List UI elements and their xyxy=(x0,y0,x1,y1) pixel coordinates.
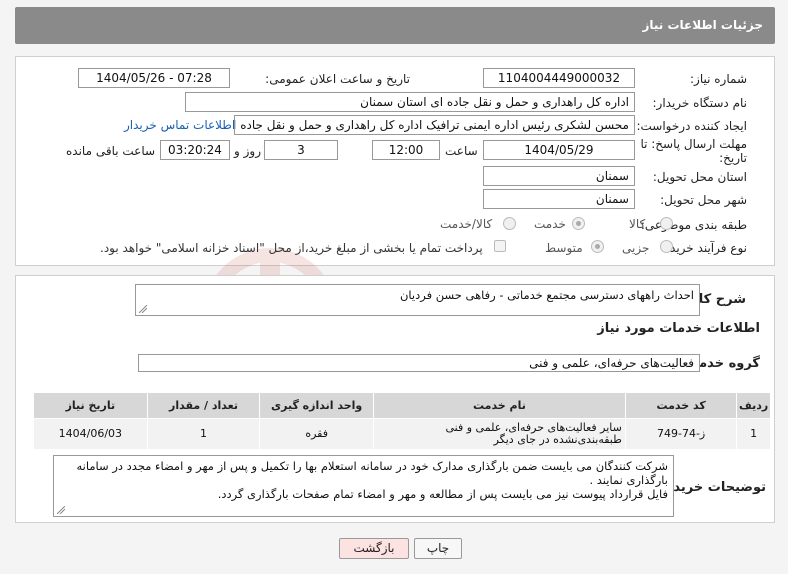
requester-label: ایجاد کننده درخواست: xyxy=(636,119,747,133)
buyer-notes-textarea: شرکت کنندگان می بایست ضمن بارگذاری مدارک… xyxy=(53,455,674,517)
row-service-code: ز-74-749 xyxy=(624,418,738,450)
services-table-header: ردیف کد خدمت نام خدمت واحد اندازه گیری ت… xyxy=(33,392,771,419)
deadline-label-line1: مهلت ارسال پاسخ: تا xyxy=(640,137,747,151)
buyer-notes-line2: بارگذاری نمایند . xyxy=(589,473,668,487)
announce-datetime-field: 1404/05/26 - 07:28 xyxy=(78,68,230,88)
buyer-org-label: نام دستگاه خریدار: xyxy=(652,96,748,110)
row-need-date: 1404/06/03 xyxy=(33,418,148,450)
col-need-date: تاریخ نیاز xyxy=(33,392,148,419)
page-title: جزئیات اطلاعات نیاز xyxy=(642,18,763,32)
category-label: طبقه بندی موضوعی: xyxy=(640,218,747,232)
row-index: 1 xyxy=(736,418,771,450)
back-button[interactable]: بازگشت xyxy=(339,538,409,559)
row-quantity: 1 xyxy=(146,418,261,450)
category-option-goods: کالا xyxy=(629,217,646,231)
resize-grip-icon xyxy=(139,305,147,313)
table-row: 1 ز-74-749 سایر فعالیت‌های حرفه‌ای، علمی… xyxy=(33,418,771,450)
row-unit: فقره xyxy=(259,418,374,450)
deadline-time-label: ساعت xyxy=(445,144,478,158)
deadline-date-field: 1404/05/29 xyxy=(483,140,635,160)
summary-text: احداث راههای دسترسی مجتمع خدماتی - رفاهی… xyxy=(399,288,694,302)
col-service-name: نام خدمت xyxy=(372,392,626,419)
deadline-days-label: روز و xyxy=(234,144,261,158)
service-group-field: فعالیت‌های حرفه‌ای، علمی و فنی xyxy=(138,354,700,372)
services-section-title: اطلاعات خدمات مورد نیاز xyxy=(597,321,760,336)
purchase-type-option-medium: متوسط xyxy=(545,241,583,255)
buyer-contact-link[interactable]: اطلاعات تماس خریدار xyxy=(124,118,235,132)
delivery-city-field: سمنان xyxy=(483,189,635,209)
purchase-type-label: نوع فرآیند خرید : xyxy=(662,241,747,255)
category-option-service: خدمت xyxy=(534,217,566,231)
treasury-payment-note: پرداخت تمام یا بخشی از مبلغ خرید،از محل … xyxy=(100,241,483,255)
need-number-label: شماره نیاز: xyxy=(690,72,747,86)
category-radio-service[interactable] xyxy=(572,217,585,230)
buyer-org-field: اداره کل راهداری و حمل و نقل جاده ای است… xyxy=(185,92,635,112)
purchase-type-option-minor: جزیی xyxy=(622,241,650,255)
announce-datetime-label: تاریخ و ساعت اعلان عمومی: xyxy=(265,72,410,86)
buyer-notes-line1: شرکت کنندگان می بایست ضمن بارگذاری مدارک… xyxy=(76,459,669,473)
deadline-time-field: 12:00 xyxy=(372,140,440,160)
col-row-number: ردیف xyxy=(736,392,771,419)
need-number-field: 1104004449000032 xyxy=(483,68,635,88)
delivery-city-label: شهر محل تحویل: xyxy=(660,193,747,207)
remaining-time-label: ساعت باقی مانده xyxy=(66,144,156,158)
category-radio-goods-service[interactable] xyxy=(503,217,516,230)
requester-field: محسن لشکری رئیس اداره ایمنی ترافیک اداره… xyxy=(234,115,635,135)
remaining-time-field: 03:20:24 xyxy=(160,140,230,160)
services-table: ردیف کد خدمت نام خدمت واحد اندازه گیری ت… xyxy=(33,392,771,450)
row-service-name: سایر فعالیت‌های حرفه‌ای، علمی و فنی طبقه… xyxy=(372,418,626,450)
page-header: جزئیات اطلاعات نیاز xyxy=(15,7,775,44)
deadline-days-field: 3 xyxy=(264,140,338,160)
category-option-goods-service: کالا/خدمت xyxy=(440,217,493,231)
category-radio-goods[interactable] xyxy=(660,217,673,230)
col-service-code: کد خدمت xyxy=(624,392,738,419)
delivery-province-field: سمنان xyxy=(483,166,635,186)
treasury-payment-checkbox[interactable] xyxy=(494,240,506,252)
purchase-type-radio-medium[interactable] xyxy=(591,240,604,253)
summary-textarea: احداث راههای دسترسی مجتمع خدماتی - رفاهی… xyxy=(135,284,700,316)
delivery-province-label: استان محل تحویل: xyxy=(652,170,747,184)
col-unit: واحد اندازه گیری xyxy=(259,392,374,419)
col-quantity: تعداد / مقدار xyxy=(146,392,261,419)
buyer-notes-line3: فایل قرارداد پیوست نیز می بایست پس از مط… xyxy=(217,487,668,501)
resize-grip-icon xyxy=(57,506,65,514)
deadline-label-line2: تاریخ: xyxy=(719,151,747,165)
purchase-type-radio-minor[interactable] xyxy=(660,240,673,253)
print-button[interactable]: چاپ xyxy=(414,538,462,559)
